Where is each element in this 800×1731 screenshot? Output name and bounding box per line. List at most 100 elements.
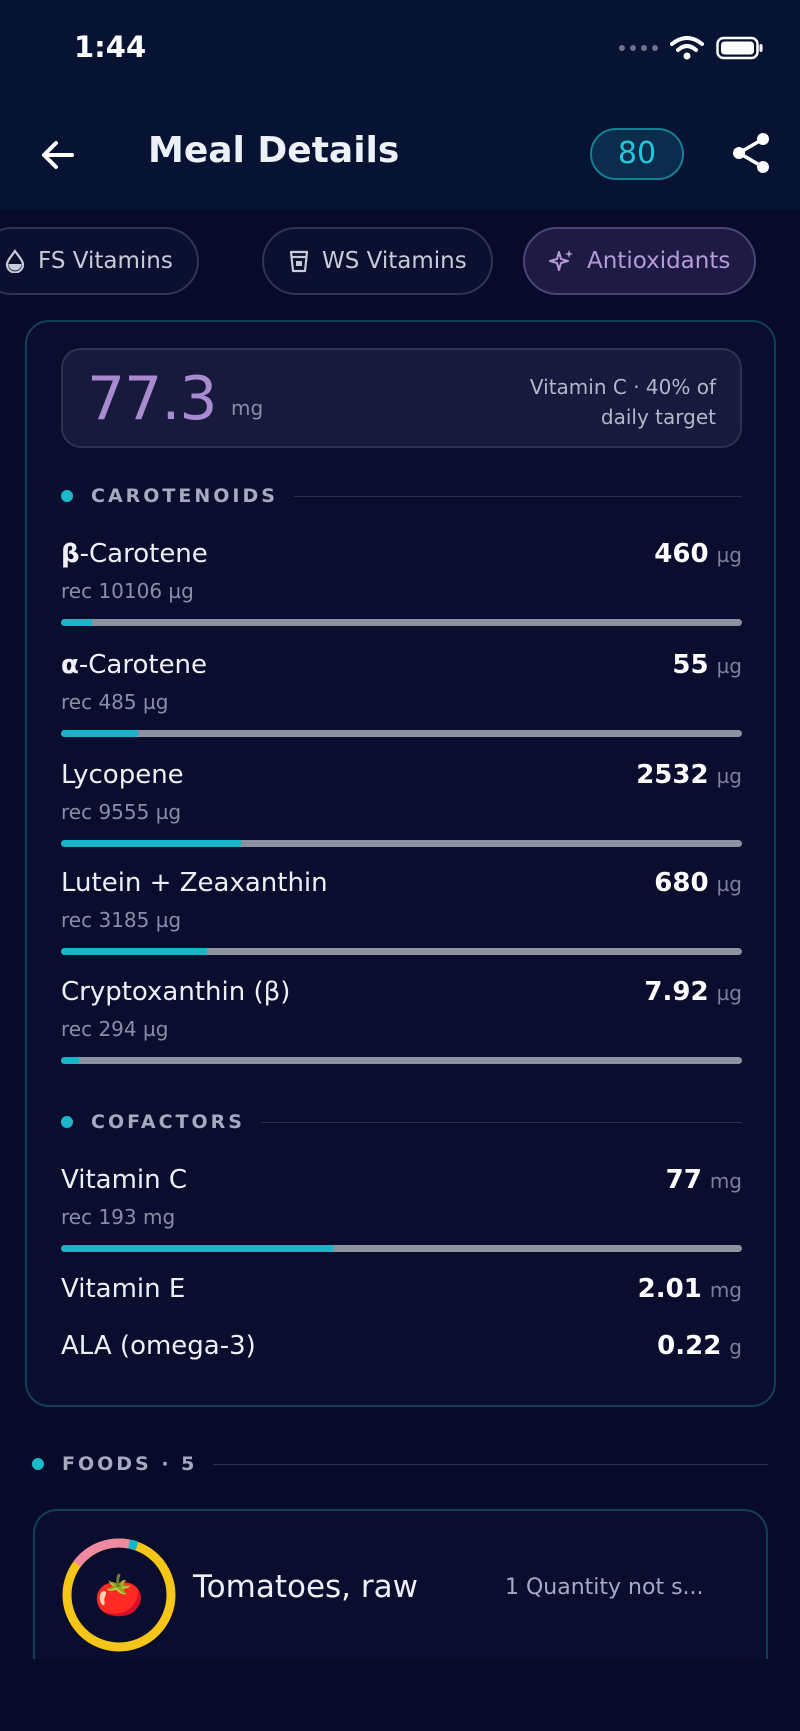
- nutrient-name: β-Carotene: [61, 539, 208, 569]
- section-dot: [61, 490, 73, 502]
- nutrient-name: α-Carotene: [61, 650, 207, 680]
- food-quantity: 1 Quantity not s...: [505, 1575, 704, 1600]
- nutrient-unit: mg: [709, 1169, 742, 1193]
- nutrient-recommendation: rec 3185 µg: [61, 908, 182, 932]
- nutrient-value: 2.01: [637, 1274, 702, 1304]
- food-nutrient-ring: 🍅: [62, 1538, 176, 1652]
- meal-score-badge[interactable]: 80: [590, 128, 684, 180]
- progress-bar: [61, 619, 742, 626]
- summary-caption: Vitamin C · 40% of daily target: [456, 372, 716, 432]
- nutrient-name-rest: -Carotene: [79, 539, 208, 569]
- nutrient-row: α-Carotene 55 µg rec 485 µg: [61, 650, 742, 740]
- nutrient-unit: µg: [716, 654, 742, 678]
- nutrient-amount: 460 µg: [654, 539, 742, 569]
- summary-caption-line: Vitamin C · 40% of: [529, 375, 716, 399]
- nutrient-value: 680: [654, 868, 709, 898]
- sparkle-icon: [549, 250, 573, 271]
- section-label: COFACTORS: [91, 1111, 245, 1133]
- nutrient-amount: 0.22 g: [657, 1331, 742, 1361]
- section-dot: [32, 1458, 44, 1470]
- nutrient-name: Cryptoxanthin (β): [61, 977, 290, 1007]
- section-header-carotenoids: CAROTENOIDS: [61, 484, 742, 508]
- nutrient-unit: g: [729, 1335, 742, 1359]
- nutrient-recommendation: rec 485 µg: [61, 690, 169, 714]
- nutrient-amount: 77 mg: [666, 1165, 742, 1195]
- nutrient-recommendation: rec 294 µg: [61, 1017, 169, 1041]
- nutrient-row: Vitamin C 77 mg rec 193 mg: [61, 1165, 742, 1255]
- bottom-fade: [0, 1659, 800, 1731]
- nutrient-name: Vitamin E: [61, 1274, 186, 1304]
- nutrient-row: Lutein + Zeaxanthin 680 µg rec 3185 µg: [61, 868, 742, 958]
- nutrient-name-prefix: α: [61, 650, 79, 680]
- nutrient-name: Lycopene: [61, 760, 184, 790]
- progress-fill: [61, 840, 242, 847]
- nutrient-row: Lycopene 2532 µg rec 9555 µg: [61, 760, 742, 850]
- progress-fill: [61, 1245, 334, 1252]
- drop-icon: [5, 249, 25, 273]
- progress-bar: [61, 730, 742, 737]
- progress-bar: [61, 1245, 742, 1252]
- nutrient-amount: 680 µg: [654, 868, 742, 898]
- summary-value: 77.3: [87, 364, 218, 434]
- tab-label: Antioxidants: [587, 248, 731, 274]
- cup-icon: [289, 250, 309, 273]
- section-header-cofactors: COFACTORS: [61, 1110, 742, 1134]
- back-arrow-icon[interactable]: [36, 133, 80, 177]
- summary-caption-line: daily target: [600, 405, 716, 429]
- tab-ws-vitamins[interactable]: WS Vitamins: [262, 227, 493, 295]
- nutrient-value: 460: [654, 539, 709, 569]
- nutrient-value: 7.92: [644, 977, 709, 1007]
- nutrient-name: ALA (omega-3): [61, 1331, 256, 1361]
- nutrient-name-rest: Lycopene: [61, 760, 184, 790]
- section-label: FOODS · 5: [62, 1453, 198, 1475]
- nutrient-recommendation: rec 193 mg: [61, 1205, 176, 1229]
- nutrient-name: Lutein + Zeaxanthin: [61, 868, 328, 898]
- tab-fs-vitamins[interactable]: FS Vitamins: [0, 227, 199, 295]
- tab-antioxidants[interactable]: Antioxidants: [523, 227, 757, 295]
- nutrient-recommendation: rec 9555 µg: [61, 800, 182, 824]
- tab-label: WS Vitamins: [322, 248, 467, 274]
- battery-icon: [716, 36, 763, 60]
- nutrient-unit: µg: [716, 764, 742, 788]
- tab-label: FS Vitamins: [38, 248, 173, 274]
- nutrient-recommendation: rec 10106 µg: [61, 579, 194, 603]
- status-bar: 1:44: [0, 0, 800, 100]
- status-icons: [619, 36, 764, 60]
- nutrient-value: 0.22: [657, 1331, 722, 1361]
- nutrient-row: Cryptoxanthin (β) 7.92 µg rec 294 µg: [61, 977, 742, 1067]
- progress-bar: [61, 840, 742, 847]
- nutrient-value: 2532: [636, 760, 709, 790]
- nutrient-value: 55: [672, 650, 709, 680]
- nutrient-unit: mg: [709, 1278, 742, 1302]
- status-time: 1:44: [74, 30, 147, 64]
- section-divider: [293, 495, 742, 497]
- nutrient-unit: µg: [716, 981, 742, 1005]
- nutrient-row: Vitamin E 2.01 mg: [61, 1274, 742, 1308]
- nutrient-name-rest: Lutein + Zeaxanthin: [61, 868, 328, 898]
- progress-fill: [61, 730, 138, 737]
- section-header-foods: FOODS · 5: [32, 1452, 768, 1476]
- food-item[interactable]: 🍅 Tomatoes, raw 1 Quantity not s...: [33, 1509, 768, 1659]
- nutrient-amount: 55 µg: [672, 650, 742, 680]
- nutrient-value: 77: [665, 1165, 702, 1195]
- nutrient-row: β-Carotene 460 µg rec 10106 µg: [61, 539, 742, 629]
- nutrient-amount: 2532 µg: [636, 760, 742, 790]
- nutrient-name-prefix: β: [61, 539, 80, 569]
- progress-bar: [61, 948, 742, 955]
- nutrient-tabs: FS Vitamins WS Vitamins Antioxidants: [0, 227, 800, 297]
- section-dot: [61, 1116, 73, 1128]
- share-icon[interactable]: [728, 130, 774, 176]
- nutrient-name: Vitamin C: [61, 1165, 188, 1195]
- section-divider: [213, 1463, 768, 1465]
- section-label: CAROTENOIDS: [91, 485, 278, 507]
- summary-panel: 77.3 mg Vitamin C · 40% of daily target: [61, 348, 742, 448]
- summary-unit: mg: [231, 396, 264, 420]
- progress-bar: [61, 1057, 742, 1064]
- nutrient-unit: µg: [716, 543, 742, 567]
- wifi-icon: [670, 36, 704, 60]
- section-divider: [260, 1121, 742, 1123]
- progress-fill: [61, 1057, 80, 1064]
- progress-fill: [61, 619, 93, 626]
- signal-icon: [619, 45, 658, 51]
- nutrient-row: ALA (omega-3) 0.22 g: [61, 1331, 742, 1365]
